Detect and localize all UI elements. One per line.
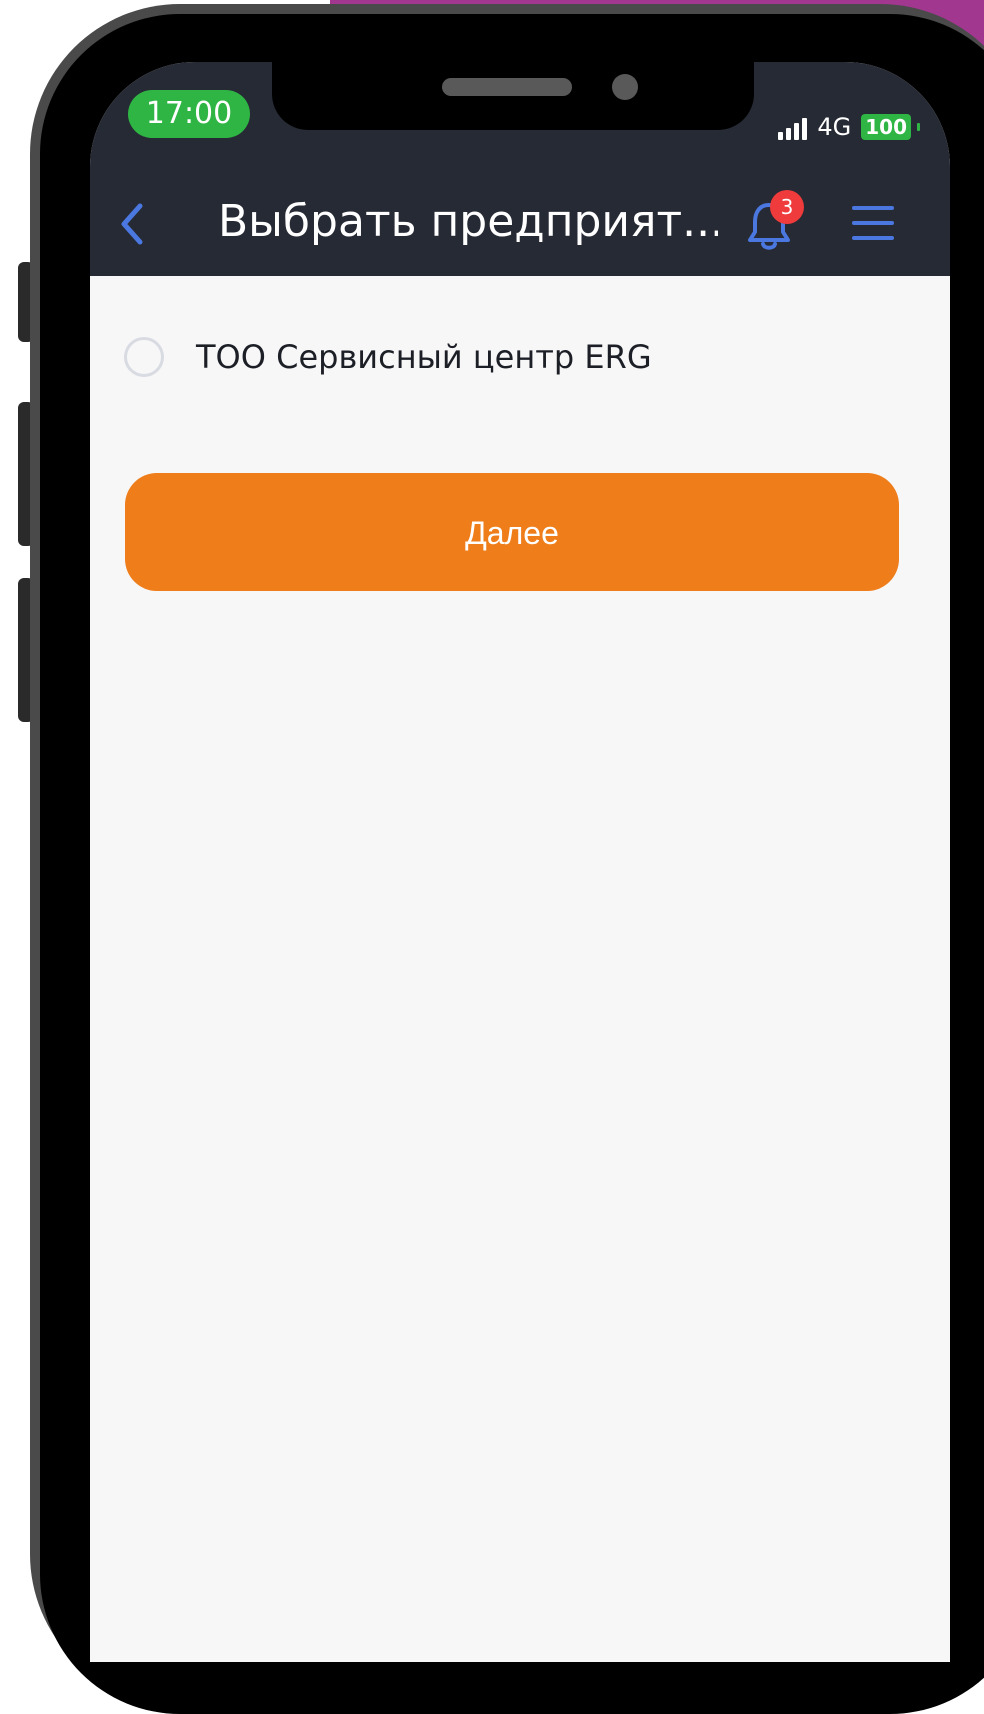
app-header: 17:00 4G 100 Выбрать предприят... 3 [90, 62, 950, 276]
page-title: Выбрать предприят... [218, 196, 718, 247]
phone-notch [272, 62, 754, 130]
speaker-grille [442, 78, 572, 96]
app-screen: 17:00 4G 100 Выбрать предприят... 3 ТОО … [90, 62, 950, 1662]
chevron-left-icon [121, 203, 143, 245]
hamburger-menu-icon [852, 206, 894, 210]
network-type: 4G [817, 113, 852, 141]
battery-icon [917, 123, 920, 131]
enterprise-option[interactable]: ТОО Сервисный центр ERG [124, 332, 824, 382]
status-indicators: 4G 100 [778, 110, 920, 140]
next-button[interactable]: Далее [125, 473, 899, 591]
notification-badge: 3 [770, 190, 804, 224]
status-time: 17:00 [128, 90, 250, 138]
front-camera [612, 74, 638, 100]
radio-button[interactable] [124, 337, 164, 377]
battery-level: 100 [861, 114, 911, 140]
back-button[interactable] [118, 200, 158, 248]
signal-icon [778, 118, 808, 140]
enterprise-option-label: ТОО Сервисный центр ERG [196, 338, 652, 376]
menu-button[interactable] [852, 206, 894, 242]
